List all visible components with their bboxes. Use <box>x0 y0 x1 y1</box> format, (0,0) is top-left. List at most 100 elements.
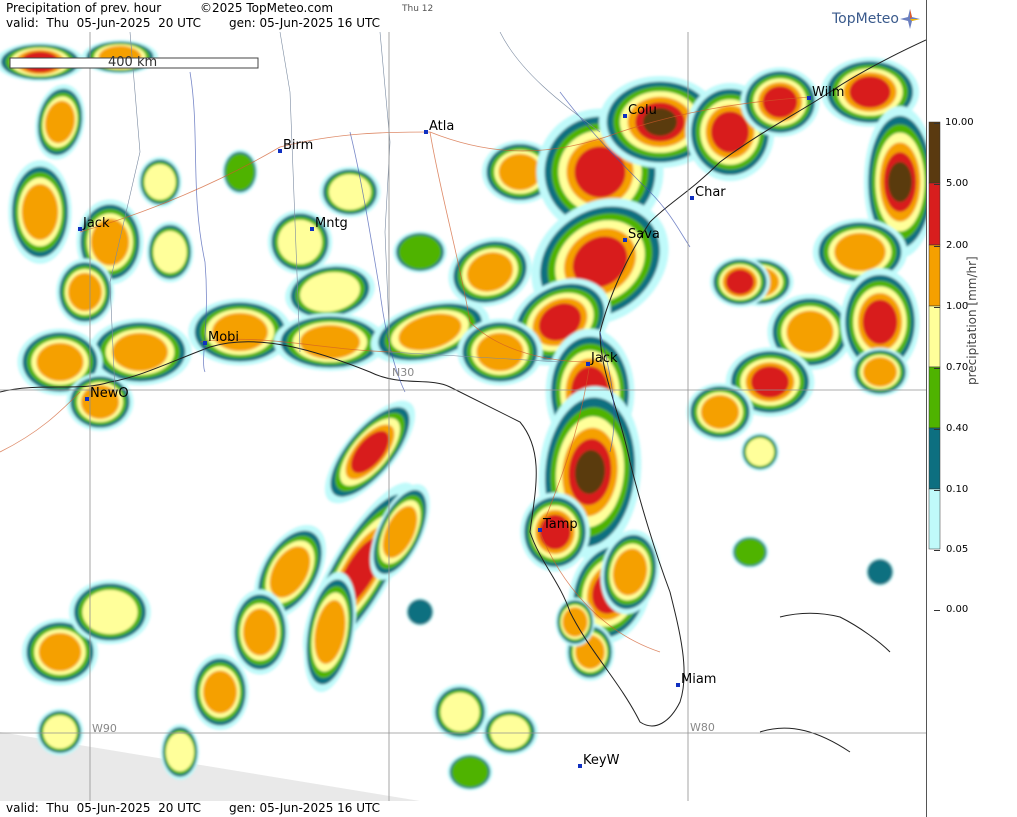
precip-contour <box>21 184 59 240</box>
legend-level-label: 0.10 <box>946 484 969 495</box>
legend-tick <box>934 184 940 185</box>
precip-contour <box>786 310 834 354</box>
city-marker <box>85 397 89 401</box>
legend-color-box <box>928 305 941 368</box>
precip-contour <box>700 395 740 429</box>
legend-level-label: 0.05 <box>946 544 969 555</box>
city-marker <box>424 130 428 134</box>
legend-tick <box>934 550 940 551</box>
precip-contour <box>451 756 489 788</box>
precip-contour <box>862 299 898 345</box>
legend-color-box <box>928 244 941 307</box>
precip-contour <box>165 732 195 772</box>
footer-valid-time: valid: Thu 05-Jun-2025 20 UTC <box>6 801 201 815</box>
precip-contour <box>144 164 176 200</box>
precip-contour <box>243 608 277 656</box>
city-marker <box>586 362 590 366</box>
city-marker <box>676 683 680 687</box>
precip-contour <box>407 599 433 625</box>
city-label: Sava <box>628 227 660 242</box>
precip-contour <box>498 153 542 191</box>
precipitation-map: N30 W90 W80 400 km Colu Wilm Atla Birm Char J… <box>0 32 926 801</box>
legend-level-label: 10.00 <box>945 117 974 128</box>
city-marker <box>310 227 314 231</box>
city-label: Tamp <box>542 517 578 532</box>
legend-tick <box>934 123 940 124</box>
generated-time: gen: 05-Jun-2025 16 UTC <box>229 16 381 30</box>
precip-contour <box>750 366 790 398</box>
legend-panel: 10.00 5.00 2.00 1.00 0.70 0.40 0.10 0.05 0.00 <box>926 0 1017 817</box>
city-label: Char <box>695 185 726 200</box>
city-label: Miam <box>681 672 716 687</box>
precip-contour <box>476 332 524 372</box>
city-label: Mntg <box>315 216 348 231</box>
precip-contour <box>888 162 912 202</box>
city-marker <box>807 96 811 100</box>
precip-contour <box>849 76 891 108</box>
city-marker <box>203 341 207 345</box>
map-title: Precipitation of prev. hour <box>6 1 162 15</box>
legend-tick <box>934 368 940 369</box>
footer-generated-time: gen: 05-Jun-2025 16 UTC <box>229 801 381 815</box>
precip-contour <box>490 715 530 749</box>
unit-label: precipitation [mm/hr] <box>965 256 979 385</box>
city-marker <box>623 238 627 242</box>
precip-contour <box>863 357 897 387</box>
legend-level-label: 2.00 <box>946 240 969 251</box>
logo-text: TopMeteo <box>832 11 899 27</box>
precip-contour <box>299 325 361 359</box>
precip-contour <box>867 559 893 585</box>
precip-contour <box>710 111 750 153</box>
precip-contour <box>38 632 82 672</box>
legend-tick <box>934 490 940 491</box>
precip-contour <box>36 342 84 382</box>
grid-label-w80: W80 <box>690 721 715 734</box>
city-marker <box>538 528 542 532</box>
scale-bar-label: 400 km <box>108 55 157 70</box>
compass-star-icon <box>900 9 920 29</box>
legend-color-box <box>928 366 941 429</box>
precip-contour <box>82 589 138 635</box>
city-label: Jack <box>590 351 618 366</box>
city-marker <box>623 114 627 118</box>
precip-contour <box>153 230 187 274</box>
copyright: ©2025 TopMeteo.com <box>200 1 334 15</box>
precip-contour <box>725 269 755 295</box>
city-label: Birm <box>283 138 313 153</box>
city-label: Mobi <box>208 330 239 345</box>
city-marker <box>78 227 82 231</box>
precip-contour <box>68 272 102 312</box>
precip-contour <box>745 437 775 467</box>
precip-contour <box>734 538 766 566</box>
legend-level-label: 0.40 <box>946 423 969 434</box>
legend-color-box <box>928 182 941 246</box>
city-marker <box>578 764 582 768</box>
precip-contour <box>834 232 886 272</box>
legend-tick <box>934 307 940 308</box>
grid-label-w90: W90 <box>92 722 117 735</box>
precip-contour <box>398 234 442 270</box>
city-marker <box>690 196 694 200</box>
city-marker <box>278 149 282 153</box>
city-label: NewO <box>90 386 129 401</box>
city-label: Wilm <box>812 85 844 100</box>
precip-contour <box>225 153 255 191</box>
legend-color-box <box>928 488 941 550</box>
city-label: Jack <box>82 216 110 231</box>
legend-tick <box>934 246 940 247</box>
city-label: Atla <box>429 119 454 134</box>
precip-contour <box>762 86 798 118</box>
grid-label-n30: N30 <box>392 366 414 379</box>
footer-bar: valid: Thu 05-Jun-2025 20 UTC gen: 05-Ju… <box>0 801 926 817</box>
legend-tick <box>934 610 940 611</box>
legend-color-box <box>928 427 941 490</box>
city-label: KeyW <box>583 753 620 768</box>
legend-level-label: 5.00 <box>946 178 969 189</box>
precip-contour <box>112 332 168 372</box>
city-label: Colu <box>628 103 657 118</box>
topmeteo-logo: TopMeteo <box>832 8 921 30</box>
legend-tick <box>934 429 940 430</box>
valid-time: valid: Thu 05-Jun-2025 20 UTC <box>6 16 201 30</box>
legend-color-box <box>928 121 941 184</box>
precip-contour <box>203 670 237 714</box>
